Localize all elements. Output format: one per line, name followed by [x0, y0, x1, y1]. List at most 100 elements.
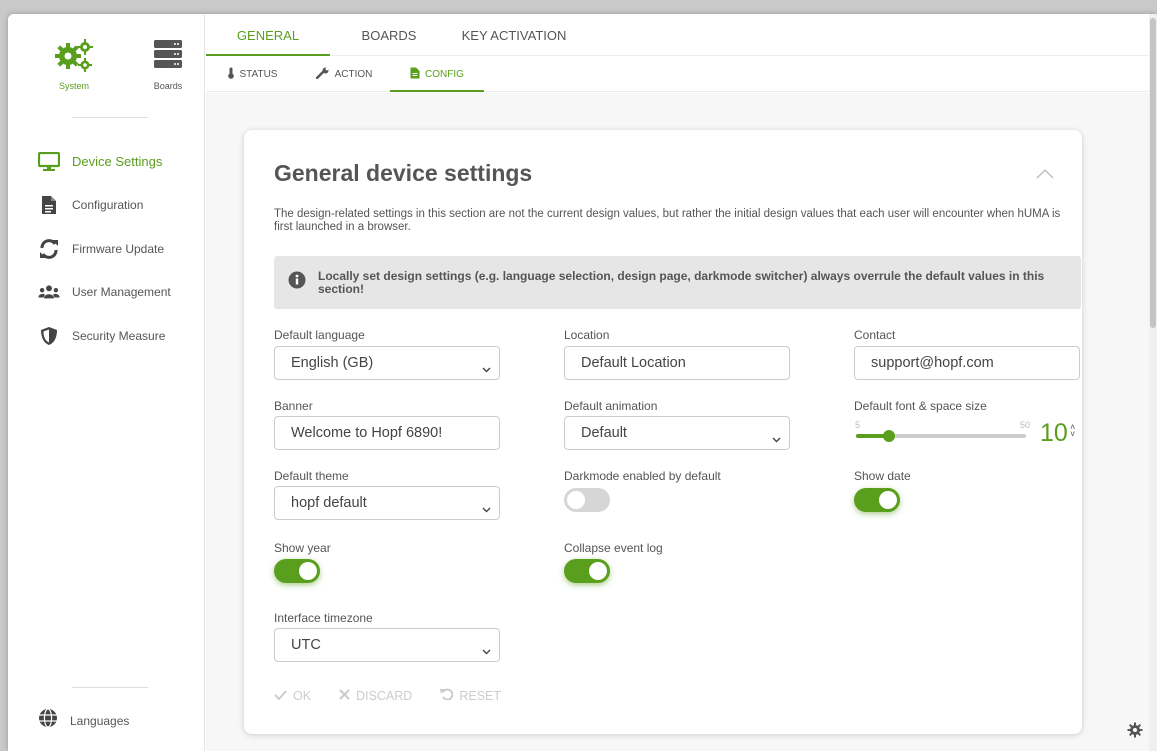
font-size-value: 10 — [1040, 419, 1068, 447]
info-icon — [288, 271, 306, 294]
tab-key-activation[interactable]: KEY ACTIVATION — [448, 14, 580, 55]
spinner-down-icon[interactable]: ˅ — [1070, 430, 1075, 439]
wrench-icon — [315, 67, 330, 82]
gears-icon — [54, 38, 94, 77]
default-language-label: Default language — [274, 328, 365, 342]
main-tabs: GENERAL BOARDS KEY ACTIVATION — [206, 14, 1157, 56]
sidebar-item-user-management[interactable]: User Management — [8, 271, 204, 315]
default-animation-value: Default — [581, 425, 627, 441]
sidebar-top-icons: System Boards — [48, 38, 194, 91]
font-size-label: Default font & space size — [854, 399, 987, 413]
ok-button[interactable]: OK — [274, 688, 311, 703]
sidebar-item-label: Configuration — [72, 198, 144, 213]
sidebar-item-languages[interactable]: Languages — [38, 708, 129, 733]
card-title: General device settings — [274, 160, 533, 186]
location-label: Location — [564, 328, 610, 342]
sub-tabs: STATUS ACTION CONFIG — [206, 57, 1157, 92]
subtab-status[interactable]: STATUS — [206, 57, 298, 91]
show-year-label: Show year — [274, 541, 331, 555]
gear-icon[interactable] — [1127, 722, 1143, 743]
default-theme-label: Default theme — [274, 469, 349, 483]
notice-text: Locally set design settings (e.g. langua… — [318, 268, 1045, 296]
monitor-icon — [38, 151, 60, 173]
reset-button[interactable]: RESET — [440, 688, 501, 703]
chevron-up-icon[interactable] — [1036, 166, 1054, 184]
contact-input[interactable]: support@hopf.com — [854, 346, 1080, 380]
chevron-down-icon — [482, 501, 491, 517]
discard-button[interactable]: DISCARD — [339, 688, 412, 703]
sidebar-item-security-measure[interactable]: Security Measure — [8, 314, 204, 358]
shield-icon — [38, 325, 60, 347]
slider-min-label: 5 — [855, 420, 861, 430]
tab-general[interactable]: GENERAL — [206, 14, 330, 56]
sidebar-item-firmware-update[interactable]: Firmware Update — [8, 227, 204, 271]
reset-label: RESET — [459, 688, 502, 703]
default-animation-select[interactable]: Default — [564, 416, 790, 450]
boards-label: Boards — [153, 81, 183, 91]
ok-label: OK — [293, 688, 312, 703]
timezone-label: Interface timezone — [274, 611, 373, 625]
sidebar-item-configuration[interactable]: Configuration — [8, 184, 204, 228]
sidebar-item-label: User Management — [72, 285, 171, 300]
slider-track[interactable] — [856, 430, 1026, 442]
toggle-knob — [299, 562, 317, 580]
card-description: The design-related settings in this sect… — [274, 208, 1061, 233]
main-content: General device settings The design-relat… — [206, 93, 1157, 751]
default-theme-value: hopf default — [291, 495, 367, 511]
subtab-label: ACTION — [334, 68, 373, 80]
font-size-spinner[interactable]: ˄ ˅ — [1070, 423, 1075, 439]
undo-icon — [440, 688, 454, 703]
thermometer-icon — [227, 67, 235, 82]
chevron-down-icon — [482, 643, 491, 659]
globe-icon — [38, 708, 58, 733]
default-language-select[interactable]: English (GB) — [274, 346, 500, 380]
sidebar-item-label: Device Settings — [72, 154, 163, 170]
document-icon — [410, 67, 420, 82]
page-scrollbar[interactable] — [1149, 14, 1157, 751]
collapse-log-toggle[interactable] — [564, 559, 610, 583]
toggle-knob — [567, 491, 585, 509]
check-icon — [274, 689, 287, 703]
sidebar-divider — [72, 117, 148, 118]
default-theme-select[interactable]: hopf default — [274, 486, 500, 520]
contact-label: Contact — [854, 328, 896, 342]
default-language-value: English (GB) — [291, 355, 374, 371]
font-size-slider[interactable]: 5 50 — [854, 420, 1030, 444]
show-date-toggle[interactable] — [854, 488, 900, 512]
subtab-action[interactable]: ACTION — [298, 57, 390, 91]
subtab-config[interactable]: CONFIG — [390, 57, 484, 92]
show-date-label: Show date — [854, 469, 911, 483]
banner-value: Welcome to Hopf 6890! — [291, 425, 443, 441]
form-actions: OK DISCARD RESET — [274, 688, 501, 703]
darkmode-label: Darkmode enabled by default — [564, 469, 721, 483]
timezone-select[interactable]: UTC — [274, 628, 500, 662]
slider-thumb[interactable] — [883, 430, 895, 442]
tab-boards[interactable]: BOARDS — [330, 14, 448, 55]
darkmode-toggle[interactable] — [564, 488, 610, 512]
banner-input[interactable]: Welcome to Hopf 6890! — [274, 416, 500, 450]
show-year-toggle[interactable] — [274, 559, 320, 583]
toggle-knob — [879, 491, 897, 509]
scrollbar-thumb[interactable] — [1150, 18, 1156, 328]
timezone-value: UTC — [291, 637, 321, 653]
sidebar-item-label: Firmware Update — [72, 241, 165, 256]
contact-value: support@hopf.com — [871, 355, 994, 371]
info-notice: Locally set design settings (e.g. langua… — [274, 256, 1081, 309]
subtab-label: STATUS — [239, 68, 278, 80]
default-animation-label: Default animation — [564, 399, 658, 413]
sidebar: System Boards Device Settings Configurat… — [8, 14, 205, 751]
app-window: System Boards Device Settings Configurat… — [8, 14, 1157, 751]
chevron-down-icon — [482, 361, 491, 377]
system-label: System — [58, 81, 89, 91]
sidebar-item-device-settings[interactable]: Device Settings — [8, 140, 204, 184]
sidebar-divider — [72, 687, 148, 688]
banner-label: Banner — [274, 399, 313, 413]
document-icon — [38, 194, 60, 216]
settings-card: General device settings The design-relat… — [244, 130, 1082, 734]
location-input[interactable]: Default Location — [564, 346, 790, 380]
boards-button[interactable]: Boards — [142, 38, 194, 91]
system-button[interactable]: System — [48, 38, 100, 91]
sidebar-nav: Device Settings Configuration Firmware U… — [8, 140, 204, 358]
toggle-knob — [589, 562, 607, 580]
collapse-log-label: Collapse event log — [564, 541, 663, 555]
